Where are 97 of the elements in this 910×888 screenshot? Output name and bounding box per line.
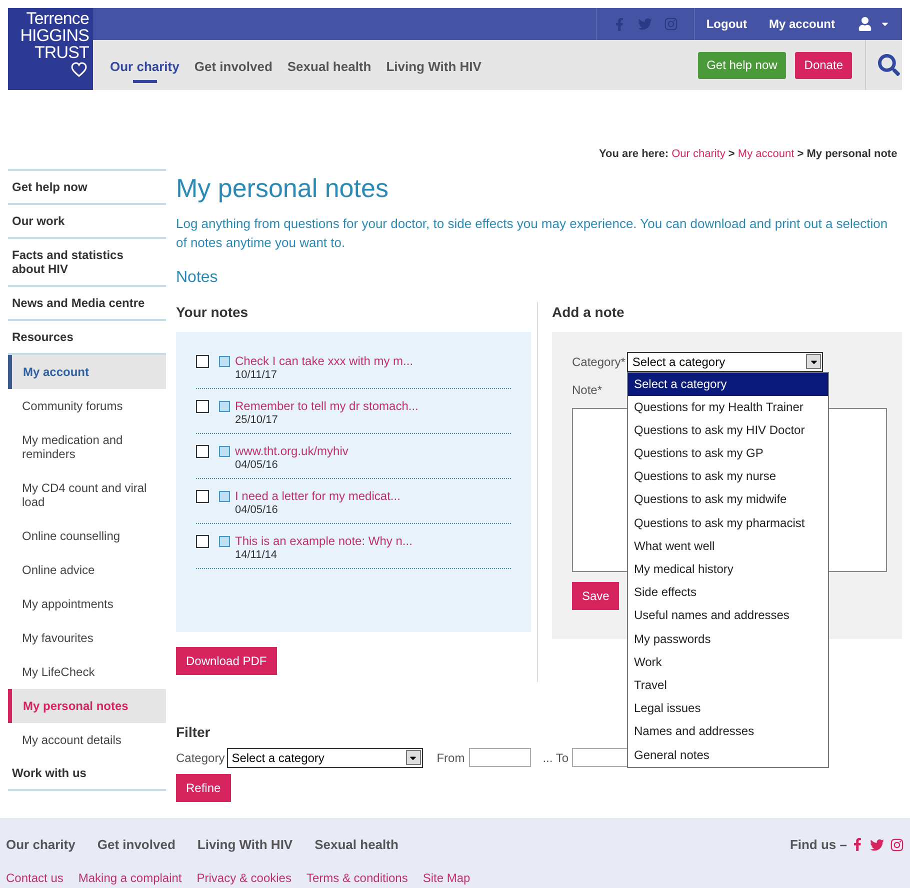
instagram-icon[interactable] [890,838,904,852]
note-icon [219,536,230,546]
your-notes-heading: Your notes [176,302,250,322]
note-label: Note* [572,382,602,398]
note-date: 25/10/17 [235,412,279,426]
note-date: 14/11/14 [235,548,278,562]
sidebar-item[interactable]: Work with us [8,756,166,790]
sidebar-subitem[interactable]: My CD4 count and viral load [8,470,166,518]
dropdown-option[interactable]: What went well [628,534,828,558]
dropdown-option[interactable]: Questions to ask my HIV Doctor [628,418,828,442]
dropdown-option[interactable]: Legal issues [628,697,828,720]
footer-link[interactable]: Site Map [422,868,470,886]
footer-link[interactable]: Contact us [6,868,64,886]
breadcrumb-link[interactable]: Our charity [672,148,726,160]
sidebar-subitem[interactable]: My medication and reminders [8,422,166,470]
nav-tab[interactable]: Sexual health [287,46,372,84]
breadcrumb-link[interactable]: My account [738,148,794,160]
from-label: From [436,750,465,766]
note-icon [219,446,230,456]
save-button[interactable]: Save [572,582,620,610]
twitter-icon[interactable] [870,838,884,852]
section-heading: Notes [176,268,219,288]
note-checkbox[interactable] [196,354,209,368]
sidebar-item[interactable]: News and Media centre [8,286,166,320]
dropdown-option[interactable]: Questions for my Health Trainer [628,396,828,419]
sidebar-subitem[interactable]: My appointments [8,586,166,620]
top-bar-link[interactable]: My account [758,15,846,33]
footer-nav-link[interactable]: Sexual health [314,835,398,854]
note-checkbox[interactable] [196,534,209,548]
sidebar-subitem[interactable]: My account details [8,722,166,756]
download-pdf-button[interactable]: Download PDF [176,646,277,674]
dropdown-option[interactable]: Questions to ask my GP [628,442,828,466]
filter-category-select[interactable]: Select a category [226,748,423,768]
dropdown-option[interactable]: Travel [628,674,828,698]
add-note-heading: Add a note [552,302,626,322]
dropdown-option[interactable]: Questions to ask my pharmacist [628,512,828,535]
note-link[interactable]: I need a letter for my medicat... [235,488,400,502]
note-icon [219,400,230,412]
dropdown-option[interactable]: My medical history [628,558,828,582]
heart-icon [71,62,87,77]
note-link[interactable]: Check I can take xxx with my m... [235,354,414,368]
footer-nav-link[interactable]: Get involved [97,835,176,854]
sidebar-subitem[interactable]: Online counselling [8,518,166,552]
note-link[interactable]: Remember to tell my dr stomach... [235,398,418,412]
breadcrumb: You are here: Our charity > My account > My personal note [598,147,898,162]
note-checkbox[interactable] [196,490,209,502]
facebook-icon[interactable] [851,838,864,851]
nav-tab[interactable]: Get involved [194,46,272,84]
category-select[interactable]: Select a category [627,352,824,372]
note-checkbox[interactable] [196,400,209,412]
intro-text: Log anything from questions for your doctor, to side effects you may experience. You can download and print out a selection of notes anytime you want to. [176,214,889,252]
filter-category-label: Category [176,750,225,766]
note-checkbox[interactable] [196,444,209,458]
sidebar-subitem[interactable]: Community forums [8,388,166,422]
footer-link[interactable]: Terms & conditions [306,868,408,886]
note-date: 10/11/17 [235,368,278,382]
footer-nav-link[interactable]: Living With HIV [197,835,293,854]
sidebar-item[interactable]: My account [8,354,166,388]
note-icon [219,490,230,502]
dropdown-option[interactable]: Useful names and addresses [628,604,828,628]
get-help-button[interactable]: Get help now [698,52,786,78]
dropdown-option[interactable]: My passwords [628,628,828,651]
nav-tab[interactable]: Our charity [110,46,180,84]
refine-button[interactable]: Refine [176,774,231,802]
note-icon [219,356,230,366]
to-label: ... To [542,750,568,766]
note-date: 04/05/16 [235,502,279,516]
find-us-label: Find us – [790,836,847,854]
dropdown-option[interactable]: Select a category [628,372,828,396]
filter-heading: Filter [176,722,210,742]
category-label: Category* [572,354,626,370]
page-title: My personal notes [176,172,390,204]
sidebar-subitem[interactable]: My personal notes [8,688,166,722]
donate-button[interactable]: Donate [795,52,852,78]
footer-link[interactable]: Privacy & cookies [196,868,292,886]
dropdown-option[interactable]: General notes [628,744,828,767]
search-icon[interactable] [878,54,900,76]
sidebar-item[interactable]: Facts and statistics about HIV [8,238,166,286]
note-link[interactable]: www.tht.org.uk/myhiv [235,444,348,458]
sidebar-subitem[interactable]: My LifeCheck [8,654,166,688]
from-date-field[interactable] [468,748,531,767]
footer-nav-link[interactable]: Our charity [6,835,76,854]
sidebar-subitem[interactable]: Online advice [8,552,166,586]
footer-link[interactable]: Making a complaint [78,868,182,886]
dropdown-option[interactable]: Side effects [628,581,828,604]
sidebar-item[interactable]: Our work [8,204,166,238]
sidebar-subitem[interactable]: My favourites [8,620,166,654]
dropdown-option[interactable]: Work [628,650,828,674]
note-link[interactable]: This is an example note: Why n... [235,534,412,548]
dropdown-option[interactable]: Questions to ask my nurse [628,465,828,488]
logo[interactable]: Terrence HIGGINS TRUST [8,8,93,90]
sidebar-item[interactable]: Get help now [8,170,166,204]
note-date: 04/05/16 [235,458,279,472]
dropdown-option[interactable]: Names and addresses [628,720,828,744]
nav-tab[interactable]: Living With HIV [386,46,482,84]
top-bar-link[interactable]: Logout [695,15,758,33]
dropdown-option[interactable]: Questions to ask my midwife [628,488,828,512]
